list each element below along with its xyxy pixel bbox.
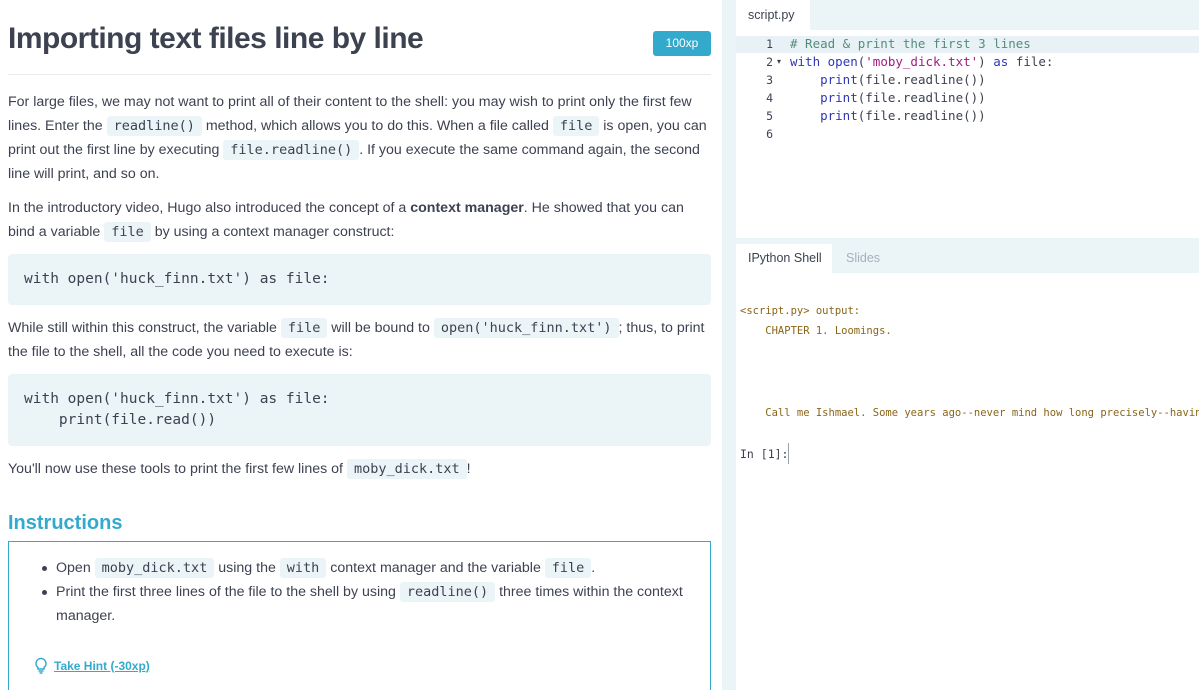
inline-code: file — [104, 222, 151, 242]
code-block-2: with open('huck_finn.txt') as file: prin… — [8, 374, 711, 446]
code-line-2[interactable]: with open('moby_dick.txt') as file: — [790, 54, 1053, 69]
lightbulb-icon — [35, 657, 47, 674]
instruction-item: Print the first three lines of the file … — [42, 580, 684, 628]
instructions-list: Open moby_dick.txt using the with contex… — [42, 556, 684, 628]
xp-badge: 100xp — [653, 31, 711, 56]
line-number: 6 — [766, 127, 773, 141]
exercise-title: Importing text files line by line — [8, 22, 424, 55]
take-hint-link[interactable]: Take Hint (-30xp) — [34, 657, 150, 674]
fold-arrow-icon[interactable]: ▾ — [777, 57, 781, 66]
inline-code: file — [552, 116, 600, 136]
line-number: 4 — [766, 91, 773, 105]
inline-code: file — [544, 558, 592, 578]
code-line-3[interactable]: print(file.readline()) — [790, 72, 986, 87]
shell-cursor — [788, 443, 789, 464]
code-line-5[interactable]: print(file.readline()) — [790, 108, 986, 123]
assignment-paragraph-4: You'll now use these tools to print the … — [8, 459, 471, 479]
code-line-4[interactable]: print(file.readline()) — [790, 90, 986, 105]
tab-script-py[interactable]: script.py — [736, 0, 810, 30]
assignment-paragraph-3: While still within this construct, the v… — [8, 318, 705, 360]
shell-prompt: In [1]: — [740, 447, 789, 461]
shell-output-line: CHAPTER 1. Loomings. — [740, 325, 892, 337]
line-number: 2 — [766, 55, 773, 69]
code-line-1[interactable]: # Read & print the first 3 lines — [790, 36, 1031, 51]
inline-code: moby_dick.txt — [346, 459, 467, 479]
title-divider — [8, 74, 711, 75]
code-block-1: with open('huck_finn.txt') as file: — [8, 254, 711, 305]
tab-slides[interactable]: Slides — [846, 244, 880, 273]
instruction-item: Open moby_dick.txt using the with contex… — [42, 556, 684, 580]
hint-label: Take Hint (-30xp) — [54, 658, 150, 673]
inline-code: with — [279, 558, 327, 578]
inline-code: moby_dick.txt — [94, 558, 215, 578]
inline-code: open('huck_finn.txt') — [433, 318, 619, 338]
line-number: 3 — [766, 73, 773, 87]
shell-output-line: Call me Ishmael. Some years ago--never m… — [740, 407, 1199, 419]
instructions-heading: Instructions — [8, 512, 123, 534]
bold-term: context manager — [410, 200, 524, 216]
line-number: 1 — [766, 37, 773, 51]
line-number: 5 — [766, 109, 773, 123]
panel-resize-handle[interactable] — [722, 0, 736, 690]
exercise-panel: Importing text files line by line 100xp … — [0, 0, 722, 690]
inline-code: file — [280, 318, 328, 338]
assignment-paragraph-1: For large files, we may not want to prin… — [8, 94, 707, 182]
shell-output-header: <script.py> output: — [740, 305, 861, 317]
inline-code: file.readline() — [223, 140, 360, 160]
inline-code: readline() — [399, 582, 496, 602]
assignment-paragraph-2: In the introductory video, Hugo also int… — [8, 200, 684, 242]
tab-ipython-shell[interactable]: IPython Shell — [736, 244, 832, 273]
inline-code: readline() — [106, 116, 202, 136]
